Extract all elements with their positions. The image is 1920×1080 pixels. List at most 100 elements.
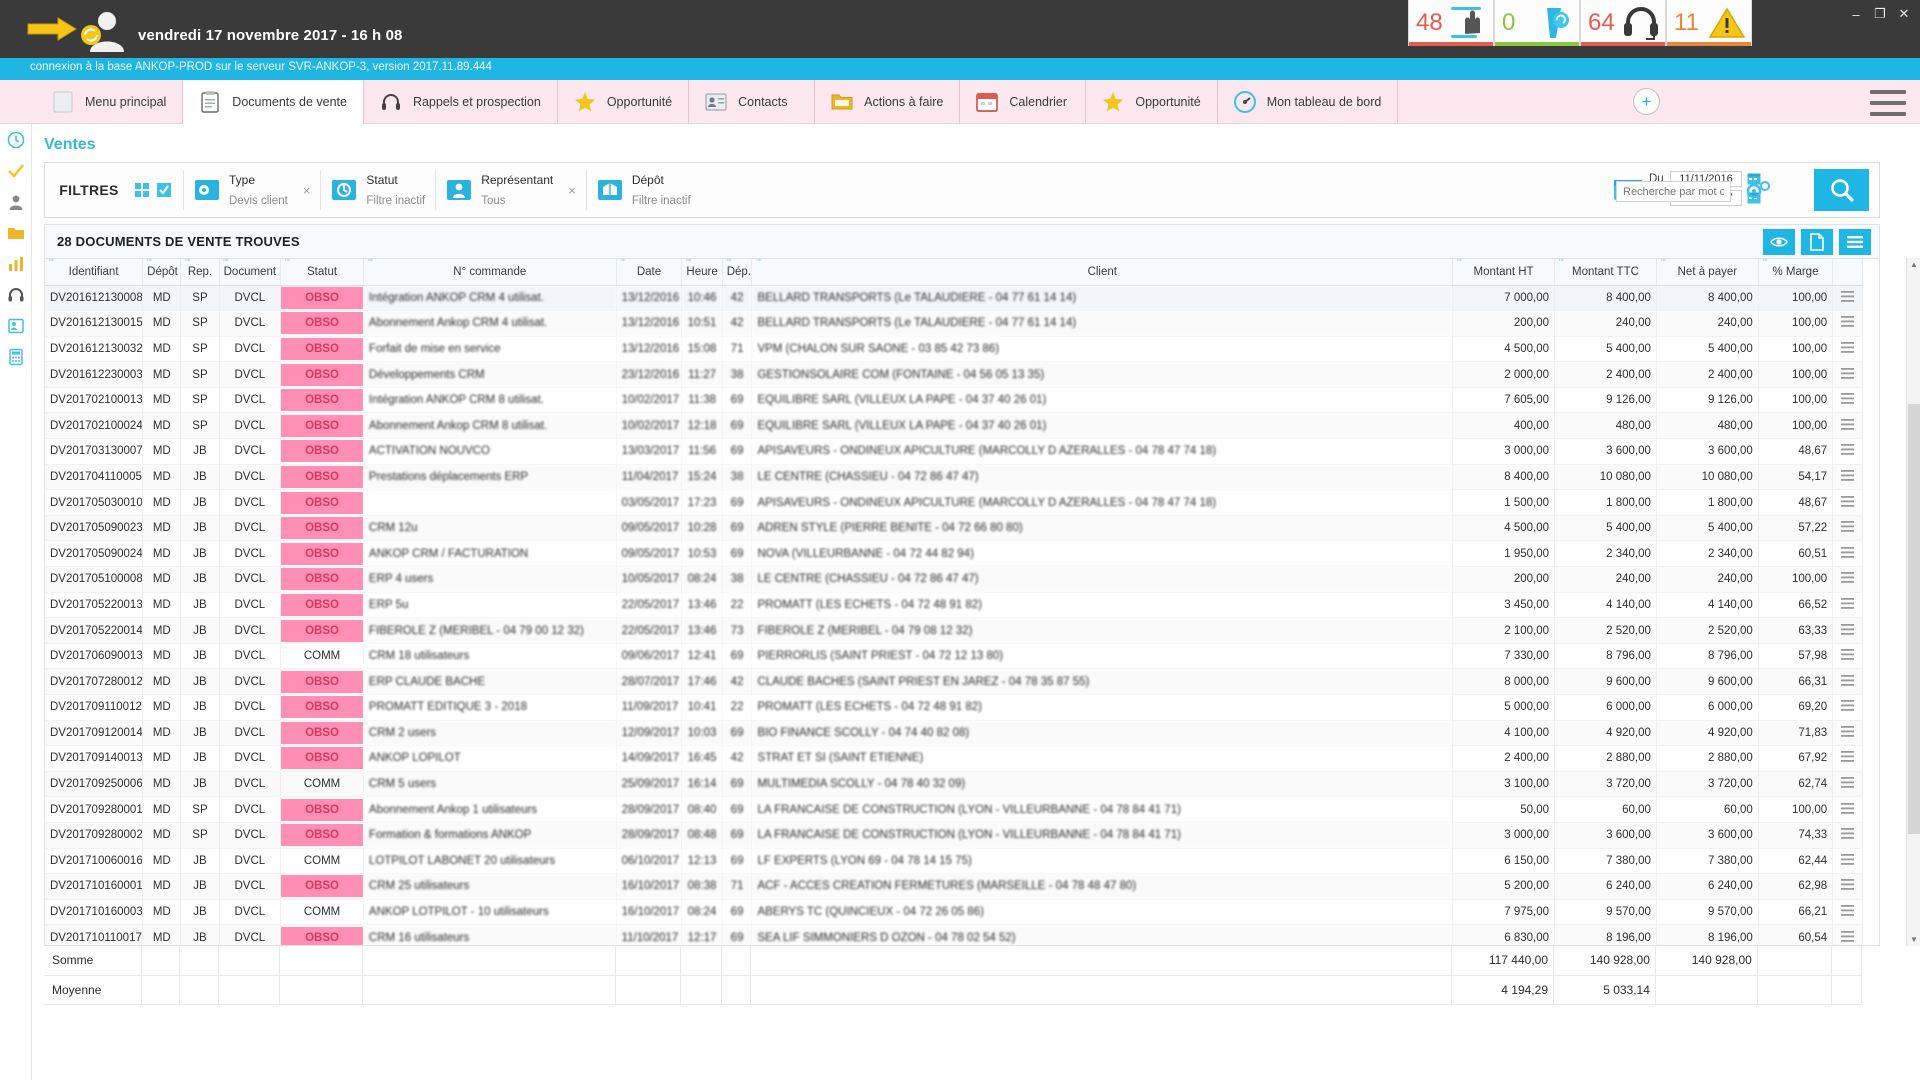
sort-indicator-icon[interactable]: ⇅ [1557, 259, 1565, 264]
export-document-button[interactable] [1801, 229, 1833, 255]
cell-row-menu[interactable] [1832, 924, 1863, 945]
cell-row-menu[interactable] [1832, 566, 1863, 593]
row-menu-icon[interactable] [1841, 649, 1855, 662]
cell-statut[interactable]: OBSO [280, 285, 364, 312]
filter-clear-icon[interactable]: × [303, 183, 311, 198]
table-row[interactable]: DV201709280001 MD SP DVCL OBSO Abonnement Ank… [45, 796, 1863, 823]
filter-d-p-t[interactable]: Dépôt Filtre inactif [585, 170, 701, 210]
cell-statut[interactable]: OBSO [280, 336, 364, 363]
cell-statut[interactable]: OBSO [280, 745, 364, 772]
table-row[interactable]: DV201705090023 MD JB DVCL OBSO CRM 12u 09/05/2… [45, 515, 1863, 542]
row-menu-icon[interactable] [1841, 905, 1855, 918]
cell-statut[interactable]: OBSO [280, 566, 364, 593]
scroll-down-arrow[interactable]: ▼ [1907, 933, 1920, 946]
cell-row-menu[interactable] [1832, 540, 1863, 568]
cell-row-menu[interactable] [1832, 464, 1863, 491]
cell-row-menu[interactable] [1832, 310, 1863, 337]
row-menu-icon[interactable] [1841, 777, 1855, 790]
cell-row-menu[interactable] [1832, 643, 1863, 670]
sort-indicator-icon[interactable]: ⇅ [1659, 259, 1667, 264]
cell-row-menu[interactable] [1832, 489, 1863, 516]
table-row[interactable]: DV201703130007 MD JB DVCL OBSO ACTIVATION NOU… [45, 438, 1863, 465]
maximize-button[interactable]: ❐ [1868, 4, 1892, 24]
counter-calls[interactable]: 64 [1580, 0, 1666, 46]
row-menu-icon[interactable] [1841, 521, 1855, 534]
column-header-statut[interactable]: ⇅ Statut [280, 259, 364, 286]
table-row[interactable]: DV201706090013 MD JB DVCL COMM CRM 18 utilisa… [45, 643, 1863, 670]
sync-refresh-icon[interactable] [78, 22, 104, 48]
cell-statut[interactable]: OBSO [280, 694, 364, 721]
cell-statut[interactable]: OBSO [280, 515, 364, 542]
cell-row-menu[interactable] [1832, 899, 1863, 926]
close-button[interactable]: ✕ [1892, 4, 1916, 24]
tab-mon-tableau-de-bord[interactable]: Mon tableau de bord [1218, 80, 1399, 124]
column-header-n-commande[interactable]: ⇅ N° commande [363, 259, 617, 286]
cell-statut[interactable]: OBSO [280, 387, 364, 414]
row-menu-icon[interactable] [1841, 418, 1855, 432]
row-menu-icon[interactable] [1841, 469, 1855, 483]
table-row[interactable]: DV201702100013 MD SP DVCL OBSO Intégration AN… [45, 387, 1863, 414]
back-arrow-icon[interactable] [26, 16, 78, 42]
table-row[interactable]: DV201710160003 MD JB DVCL COMM ANKOP LOTPILOT… [45, 899, 1863, 926]
column-header-identifiant[interactable]: ⇅ Identifiant [45, 259, 144, 286]
row-menu-icon[interactable] [1841, 572, 1855, 585]
filter-repr-sentant[interactable]: Représentant Tous × [435, 170, 586, 210]
rail-item-history[interactable] [0, 124, 32, 155]
cell-statut[interactable]: OBSO [280, 822, 364, 849]
counter-alerts[interactable]: 11 [1666, 0, 1752, 46]
list-view-button[interactable] [1839, 229, 1871, 255]
sort-indicator-icon[interactable]: ⇅ [283, 259, 291, 264]
cell-row-menu[interactable] [1832, 592, 1863, 619]
cell-statut[interactable]: OBSO [280, 873, 364, 900]
table-row[interactable]: DV201710060016 MD JB DVCL COMM LOTPILOT LABON… [45, 848, 1863, 875]
rail-item-headset[interactable] [0, 279, 32, 310]
cell-statut[interactable]: OBSO [280, 796, 364, 823]
minimize-button[interactable]: – [1844, 4, 1868, 24]
column-header-actions[interactable] [1832, 259, 1863, 286]
rail-item-chart[interactable] [0, 248, 32, 279]
row-menu-icon[interactable] [1841, 341, 1855, 355]
column-header-d-p[interactable]: ⇅ Dép. [722, 259, 753, 286]
row-menu-icon[interactable] [1841, 316, 1855, 329]
hamburger-menu-icon[interactable] [1870, 90, 1906, 116]
tab-rappels-et-prospection[interactable]: Rappels et prospection [364, 80, 558, 124]
tab-opportunit[interactable]: Opportunité [1086, 80, 1218, 124]
column-header-d-p-t[interactable]: ⇅ Dépôt [142, 259, 182, 286]
cell-statut[interactable]: OBSO [280, 617, 364, 644]
table-row[interactable]: DV201709110012 MD JB DVCL OBSO PROMATT EDITIQ… [45, 694, 1863, 721]
cell-statut[interactable]: OBSO [280, 310, 364, 337]
cell-statut[interactable]: COMM [280, 848, 364, 875]
row-menu-icon[interactable] [1841, 879, 1855, 892]
column-header-marge[interactable]: ⇅% Marge [1758, 259, 1834, 286]
row-menu-icon[interactable] [1841, 725, 1855, 739]
row-menu-icon[interactable] [1841, 802, 1855, 816]
rail-item-person[interactable] [0, 186, 32, 217]
cell-row-menu[interactable] [1832, 387, 1863, 414]
scrollbar-thumb[interactable] [1908, 404, 1920, 834]
filter-type[interactable]: Type Devis client × [183, 170, 320, 210]
column-header-document[interactable]: ⇅ Document [219, 259, 282, 286]
cell-row-menu[interactable] [1832, 438, 1863, 465]
sort-indicator-icon[interactable]: ⇅ [1761, 259, 1769, 264]
column-header-heure[interactable]: ⇅ Heure [681, 259, 723, 286]
sort-indicator-icon[interactable]: ⇅ [145, 259, 153, 264]
column-header-date[interactable]: ⇅ Date [616, 259, 683, 286]
cell-statut[interactable]: OBSO [280, 412, 364, 440]
row-menu-icon[interactable] [1841, 674, 1855, 688]
row-menu-icon[interactable] [1841, 597, 1855, 611]
cell-row-menu[interactable] [1832, 694, 1863, 721]
table-row[interactable]: DV201612230003 MD SP DVCL OBSO Développements… [45, 361, 1863, 388]
sort-indicator-icon[interactable]: ⇅ [222, 259, 230, 264]
sort-indicator-icon[interactable]: ⇅ [725, 259, 733, 264]
cell-row-menu[interactable] [1832, 848, 1863, 875]
search-keyword-input[interactable] [1616, 181, 1731, 202]
sort-indicator-icon[interactable]: ⇅ [47, 259, 55, 264]
search-button[interactable] [1814, 169, 1869, 211]
cell-row-menu[interactable] [1832, 361, 1863, 388]
counter-tasks[interactable]: 48 [1408, 0, 1494, 46]
sort-indicator-icon[interactable]: ⇅ [754, 259, 762, 264]
table-row[interactable]: DV201704110005 MD JB DVCL OBSO Prestations dé… [45, 464, 1863, 491]
table-row[interactable]: DV201705220013 MD JB DVCL OBSO ERP 5u 22/05/20… [45, 592, 1863, 619]
cell-row-menu[interactable] [1832, 617, 1863, 644]
rail-item-validate[interactable] [0, 155, 32, 186]
